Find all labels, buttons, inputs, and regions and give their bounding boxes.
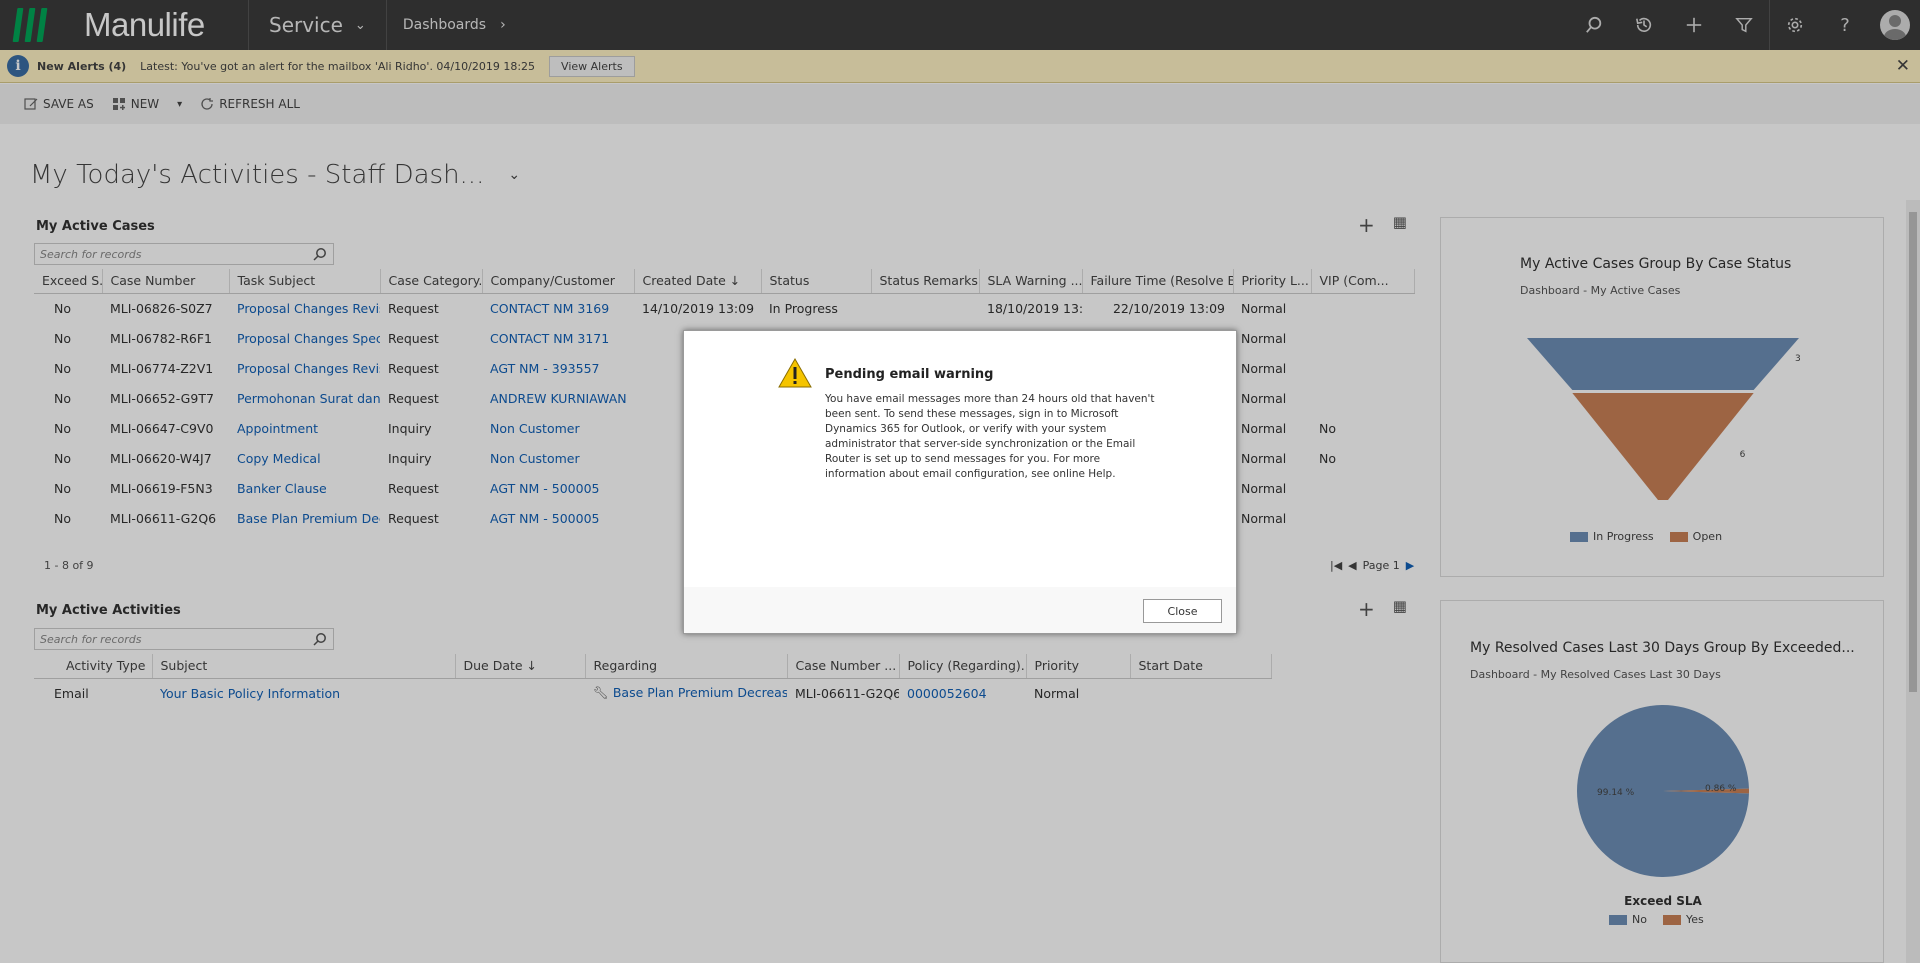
dialog-title: Pending email warning xyxy=(825,367,994,382)
pending-email-warning-dialog: Pending email warning You have email mes… xyxy=(683,330,1237,634)
close-button[interactable]: Close xyxy=(1143,599,1222,623)
warning-icon xyxy=(778,358,812,388)
dialog-message: You have email messages more than 24 hou… xyxy=(825,393,1155,480)
dialog-footer: Close xyxy=(684,587,1236,633)
